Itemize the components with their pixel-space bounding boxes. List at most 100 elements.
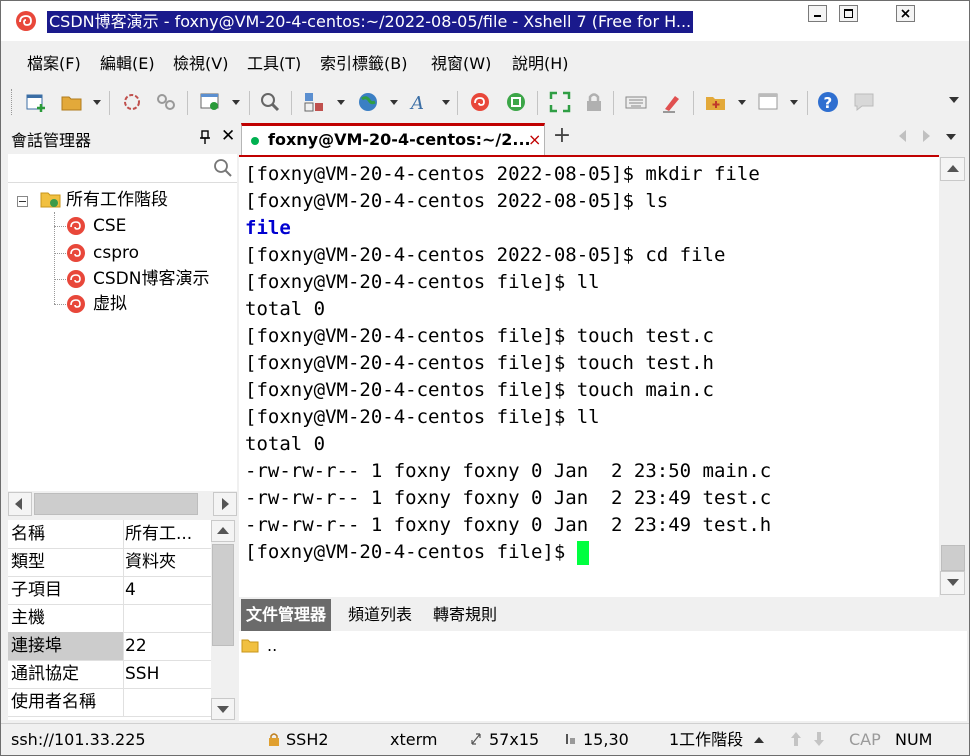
tab-scroll-right-icon[interactable] bbox=[923, 130, 930, 142]
property-row[interactable]: 子項目 4 bbox=[8, 576, 211, 605]
properties-vertical-scrollbar[interactable] bbox=[211, 520, 235, 720]
scroll-thumb[interactable] bbox=[212, 544, 234, 646]
window-layout-icon[interactable] bbox=[757, 91, 779, 113]
menu-help[interactable]: 說明(H) bbox=[512, 53, 569, 75]
property-row[interactable]: 使用者名稱 bbox=[8, 688, 211, 717]
menu-tabs[interactable]: 索引標籤(B) bbox=[320, 53, 407, 75]
disconnect-icon[interactable] bbox=[155, 91, 177, 113]
property-row[interactable]: 主機 bbox=[8, 604, 211, 633]
property-row[interactable]: 通訊協定 SSH bbox=[8, 660, 211, 689]
tree-horizontal-scrollbar[interactable] bbox=[8, 492, 237, 516]
tab-close-icon[interactable]: × bbox=[528, 130, 541, 149]
lock-icon[interactable] bbox=[583, 91, 605, 113]
terminal-line: [foxny@VM-20-4-centos file]$ ll bbox=[245, 271, 600, 293]
property-row[interactable]: 類型 資料夾 bbox=[8, 548, 211, 577]
property-row[interactable]: 名稱 所有工... bbox=[8, 520, 211, 549]
terminal-output[interactable]: [foxny@VM-20-4-centos 2022-08-05]$ mkdir… bbox=[239, 155, 939, 597]
status-terminal-type: xterm bbox=[390, 730, 438, 749]
globe-dropdown-icon[interactable] bbox=[390, 100, 398, 105]
connected-status-icon bbox=[251, 137, 259, 145]
xshell-window: CSDN博客演示 - foxny@VM-20-4-centos:~/2022-0… bbox=[0, 0, 970, 756]
reconnect-icon[interactable] bbox=[121, 91, 143, 113]
session-search-input[interactable] bbox=[8, 154, 237, 183]
svg-text:?: ? bbox=[824, 94, 833, 112]
minimize-button[interactable] bbox=[808, 5, 827, 22]
tab-channel-list[interactable]: 頻道列表 bbox=[343, 599, 417, 631]
property-value: SSH bbox=[125, 664, 160, 684]
window-layout-dropdown-icon[interactable] bbox=[790, 100, 798, 105]
menu-file[interactable]: 檔案(F) bbox=[27, 53, 81, 75]
status-num-lock: NUM bbox=[895, 730, 933, 749]
menu-view[interactable]: 檢視(V) bbox=[173, 53, 228, 75]
keyboard-icon[interactable] bbox=[625, 91, 647, 113]
status-bar: ssh://101.33.225 SSH2 xterm 57x15 15,30 … bbox=[1, 723, 969, 755]
open-folder-icon[interactable] bbox=[61, 91, 83, 113]
xftp-icon[interactable] bbox=[505, 91, 527, 113]
property-key: 主機 bbox=[8, 604, 124, 632]
session-item[interactable]: cspro bbox=[93, 241, 139, 265]
toolbar-overflow-icon[interactable] bbox=[949, 97, 959, 103]
tree-root-all-sessions[interactable]: 所有工作階段 bbox=[66, 188, 168, 212]
scroll-left-button[interactable] bbox=[8, 492, 32, 516]
arrow-down-icon[interactable] bbox=[813, 730, 825, 748]
add-folder-icon[interactable] bbox=[705, 91, 727, 113]
maximize-icon bbox=[844, 9, 853, 18]
fullscreen-icon[interactable] bbox=[549, 91, 571, 113]
scroll-down-button[interactable] bbox=[211, 698, 235, 720]
tab-list-dropdown-icon[interactable] bbox=[946, 134, 956, 140]
new-session-icon[interactable] bbox=[25, 91, 47, 113]
toolbar-separator bbox=[187, 91, 188, 115]
chevron-up-icon bbox=[217, 527, 229, 534]
scroll-down-button[interactable] bbox=[940, 571, 965, 595]
new-tab-button[interactable]: + bbox=[549, 123, 575, 151]
tab-scroll-left-icon[interactable] bbox=[899, 130, 906, 142]
find-icon[interactable] bbox=[259, 91, 281, 113]
help-icon[interactable]: ? bbox=[817, 91, 839, 113]
tab-file-manager[interactable]: 文件管理器 bbox=[241, 599, 332, 631]
session-item[interactable]: 虚拟 bbox=[93, 292, 127, 316]
tab-forwarding-rules[interactable]: 轉寄規則 bbox=[428, 599, 502, 631]
session-item[interactable]: CSE bbox=[93, 214, 126, 238]
property-value bbox=[125, 604, 210, 632]
property-row-selected[interactable]: 連接埠 22 bbox=[8, 632, 211, 661]
collapse-toggle-icon[interactable] bbox=[17, 196, 28, 207]
close-pane-icon[interactable]: ✕ bbox=[221, 127, 235, 145]
layout-icon[interactable] bbox=[303, 91, 325, 113]
menu-edit[interactable]: 編輯(E) bbox=[100, 53, 155, 75]
highlight-pen-icon[interactable] bbox=[661, 91, 683, 113]
menu-tools[interactable]: 工具(T) bbox=[247, 53, 301, 75]
font-icon[interactable]: A bbox=[409, 91, 431, 113]
close-window-button[interactable] bbox=[896, 5, 915, 22]
terminal-vertical-scrollbar[interactable] bbox=[939, 157, 965, 595]
scroll-thumb[interactable] bbox=[941, 545, 965, 571]
lock-icon bbox=[269, 733, 279, 746]
layout-dropdown-icon[interactable] bbox=[337, 100, 345, 105]
font-dropdown-icon[interactable] bbox=[442, 100, 450, 105]
xshell-icon[interactable] bbox=[469, 91, 491, 113]
pin-icon[interactable] bbox=[199, 130, 211, 144]
scroll-up-button[interactable] bbox=[211, 520, 235, 542]
scroll-up-button[interactable] bbox=[940, 157, 965, 181]
terminal-cursor bbox=[576, 541, 589, 565]
sessions-dropup-icon[interactable] bbox=[754, 737, 764, 743]
session-item[interactable]: CSDN博客演示 bbox=[93, 267, 209, 291]
open-dropdown-icon[interactable] bbox=[93, 100, 101, 105]
scroll-thumb[interactable] bbox=[34, 493, 198, 515]
maximize-button[interactable] bbox=[839, 5, 858, 22]
properties-dropdown-icon[interactable] bbox=[232, 100, 240, 105]
property-key: 類型 bbox=[8, 548, 124, 576]
window-title: CSDN博客演示 - foxny@VM-20-4-centos:~/2022-0… bbox=[47, 11, 694, 33]
terminal-line: [foxny@VM-20-4-centos 2022-08-05]$ mkdir… bbox=[245, 163, 760, 185]
status-sessions[interactable]: 1工作階段 bbox=[669, 729, 743, 751]
scroll-right-button[interactable] bbox=[213, 492, 237, 516]
tab-session-active[interactable]: foxny@VM-20-4-centos:~/2... × bbox=[241, 123, 545, 156]
add-folder-dropdown-icon[interactable] bbox=[738, 100, 746, 105]
chat-icon[interactable] bbox=[853, 91, 875, 113]
globe-icon[interactable] bbox=[357, 91, 379, 113]
menu-window[interactable]: 視窗(W) bbox=[431, 53, 491, 75]
toolbar-separator bbox=[249, 91, 250, 115]
properties-icon[interactable] bbox=[199, 91, 221, 113]
session-tab-strip: foxny@VM-20-4-centos:~/2... × + bbox=[239, 121, 969, 156]
terminal-line: [foxny@VM-20-4-centos file]$ touch main.… bbox=[245, 379, 714, 401]
arrow-up-icon[interactable] bbox=[790, 730, 802, 748]
